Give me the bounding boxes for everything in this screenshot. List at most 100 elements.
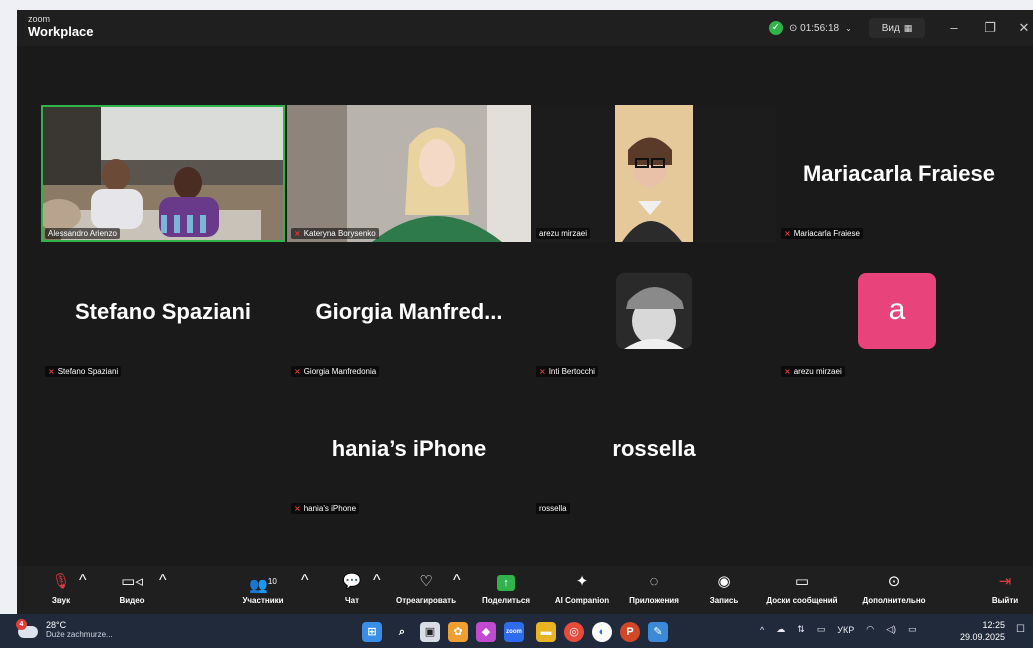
share-button[interactable]: ↑ Поделиться: [475, 572, 537, 605]
react-button[interactable]: ♡ Отреагировать: [389, 572, 463, 605]
meeting-info[interactable]: ✓ ⊙ 01:56:18 ⌄: [769, 18, 852, 38]
participant-display-name: Mariacarla Fraiese: [802, 160, 996, 186]
participant-name-label: arezu mirzaei: [536, 228, 591, 239]
microphone-muted-icon: ⨯: [784, 229, 791, 238]
display-icon[interactable]: ▭: [817, 624, 826, 635]
whiteboard-icon: ▭: [794, 573, 810, 590]
video-options-chevron-icon[interactable]: ^: [159, 572, 167, 590]
zoom-logo: zoom Workplace: [28, 14, 94, 39]
audio-options-chevron-icon[interactable]: ^: [79, 572, 87, 590]
participant-name-label: Alessandro Arienzo: [45, 228, 120, 239]
participant-name-label: ⨯ Kateryna Borysenko: [291, 228, 379, 239]
participant-name-label: ⨯ arezu mirzaei: [781, 366, 845, 377]
participant-tile[interactable]: hania’s iPhone ⨯ hania’s iPhone: [287, 380, 531, 517]
participant-tile[interactable]: Giorgia Manfred... ⨯ Giorgia Manfredonia: [287, 243, 531, 380]
video-camera-icon: ▭◃: [121, 573, 143, 590]
title-bar: zoom Workplace ✓ ⊙ 01:56:18 ⌄ Вид ▦ – ❐ …: [17, 10, 1033, 46]
clock-date: 29.09.2025: [960, 632, 1006, 642]
participant-avatar-photo: [616, 273, 692, 349]
grid-icon: ▦: [903, 22, 913, 33]
volume-icon[interactable]: ◁): [886, 624, 896, 635]
participant-name-label: ⨯ Inti Bertocchi: [536, 366, 598, 377]
record-icon: ◉: [717, 573, 731, 590]
network-icon[interactable]: ⇅: [797, 624, 805, 635]
react-options-chevron-icon[interactable]: ^: [453, 572, 461, 590]
view-button[interactable]: Вид ▦: [869, 18, 925, 38]
restore-icon[interactable]: ❐: [981, 20, 999, 36]
chevron-down-icon: ⌄: [845, 23, 852, 33]
leave-icon: ⇥: [998, 573, 1012, 590]
weather-widget[interactable]: 4 28°C Duże zachmurze...: [16, 618, 113, 639]
participant-display-name: Stefano Spaziani: [74, 298, 252, 324]
chat-button[interactable]: 💬 Чат: [337, 572, 367, 605]
clock-time: 12:25: [982, 620, 1006, 630]
share-screen-icon: ↑: [475, 572, 537, 592]
whiteboards-button[interactable]: ▭ Доски сообщений: [759, 572, 845, 605]
notifications-icon[interactable]: ☐: [1016, 624, 1025, 635]
meeting-toolbar: 🎙 Звук ^ ▭◃ Видео ^ 👥10 Участники ^ 💬 Ча…: [17, 566, 1033, 614]
system-clock[interactable]: 12:25 29.09.2025: [960, 619, 1005, 643]
participants-options-chevron-icon[interactable]: ^: [301, 572, 309, 590]
cloud-icon: 4: [16, 618, 40, 638]
wifi-icon[interactable]: ◠: [866, 624, 874, 635]
ai-companion-button[interactable]: ✦ AI Companion: [547, 572, 617, 605]
participant-name-label: ⨯ Giorgia Manfredonia: [291, 366, 380, 377]
apps-button[interactable]: ◌ Приложения: [623, 572, 685, 605]
participant-display-name: rossella: [612, 435, 696, 461]
weather-temperature: 28°C: [46, 620, 67, 630]
participant-name-label: rossella: [536, 503, 570, 514]
participants-button[interactable]: 👥10 Участники: [235, 572, 291, 605]
chat-icon: 💬: [342, 573, 362, 590]
participant-tile[interactable]: rossella rossella: [532, 380, 776, 517]
microphone-muted-icon: ⨯: [294, 229, 301, 238]
participants-icon: 👥10: [249, 577, 277, 594]
start-icon[interactable]: ⊞: [362, 622, 382, 642]
minimize-icon[interactable]: –: [945, 20, 963, 35]
participant-tile[interactable]: ⨯ Kateryna Borysenko: [287, 105, 531, 242]
paint-icon[interactable]: ✎: [648, 622, 668, 642]
close-icon[interactable]: ✕: [1015, 20, 1033, 36]
battery-icon[interactable]: ▭: [908, 624, 917, 635]
participant-tile[interactable]: Stefano Spaziani ⨯ Stefano Spaziani: [41, 243, 285, 380]
chrome-icon[interactable]: ◎: [564, 622, 584, 642]
microphone-muted-icon: ⨯: [48, 367, 55, 376]
view-label: Вид: [881, 22, 900, 34]
video-button[interactable]: ▭◃ Видео: [115, 572, 149, 605]
powerpoint-icon[interactable]: P: [620, 622, 640, 642]
apps-icon: ◌: [649, 573, 659, 590]
zoom-app-icon[interactable]: zoom: [504, 622, 524, 642]
microphone-muted-icon: ⨯: [539, 367, 546, 376]
participant-name-label: ⨯ hania’s iPhone: [291, 503, 360, 514]
participant-name-label: ⨯ Mariacarla Fraiese: [781, 228, 863, 239]
meeting-timer: ⊙ 01:56:18: [789, 22, 840, 34]
onedrive-icon[interactable]: ☁: [776, 624, 785, 635]
file-explorer-icon[interactable]: ▬: [536, 622, 556, 642]
copilot-icon[interactable]: ◆: [476, 622, 496, 642]
participant-name-label: ⨯ Stefano Spaziani: [45, 366, 122, 377]
widgets-icon[interactable]: ✿: [448, 622, 468, 642]
microphone-muted-icon: ⨯: [784, 367, 791, 376]
participant-tile[interactable]: ⨯ Inti Bertocchi: [532, 243, 776, 380]
participant-video: [41, 105, 285, 242]
participant-tile[interactable]: Alessandro Arienzo: [41, 105, 285, 242]
leave-button[interactable]: ⇥ Выйти: [987, 572, 1023, 605]
weather-description: Duże zachmurze...: [46, 630, 113, 639]
participant-tile[interactable]: a ⨯ arezu mirzaei: [777, 243, 1021, 380]
avatar-letter: a: [888, 293, 906, 326]
chat-options-chevron-icon[interactable]: ^: [373, 572, 381, 590]
signal-icon[interactable]: ◐: [592, 622, 612, 642]
task-view-icon[interactable]: ▣: [420, 622, 440, 642]
brand-name: Workplace: [28, 24, 94, 39]
microphone-muted-icon: ⨯: [294, 367, 301, 376]
participant-tile[interactable]: Mariacarla Fraiese ⨯ Mariacarla Fraiese: [777, 105, 1021, 242]
search-icon[interactable]: ⌕: [392, 622, 412, 642]
brand-small: zoom: [28, 14, 51, 24]
audio-button[interactable]: 🎙 Звук: [45, 572, 77, 605]
more-button[interactable]: ⊙ Дополнительно: [855, 572, 933, 605]
record-button[interactable]: ◉ Запись: [705, 572, 743, 605]
chevron-up-icon[interactable]: ^: [760, 625, 764, 635]
microphone-muted-icon: ⨯: [294, 504, 301, 513]
language-indicator[interactable]: УКР: [837, 625, 854, 635]
windows-taskbar: 4 28°C Duże zachmurze... ⊞ ⌕ ▣ ✿ ◆ zoom …: [0, 614, 1033, 648]
participant-tile[interactable]: arezu mirzaei: [532, 105, 776, 242]
